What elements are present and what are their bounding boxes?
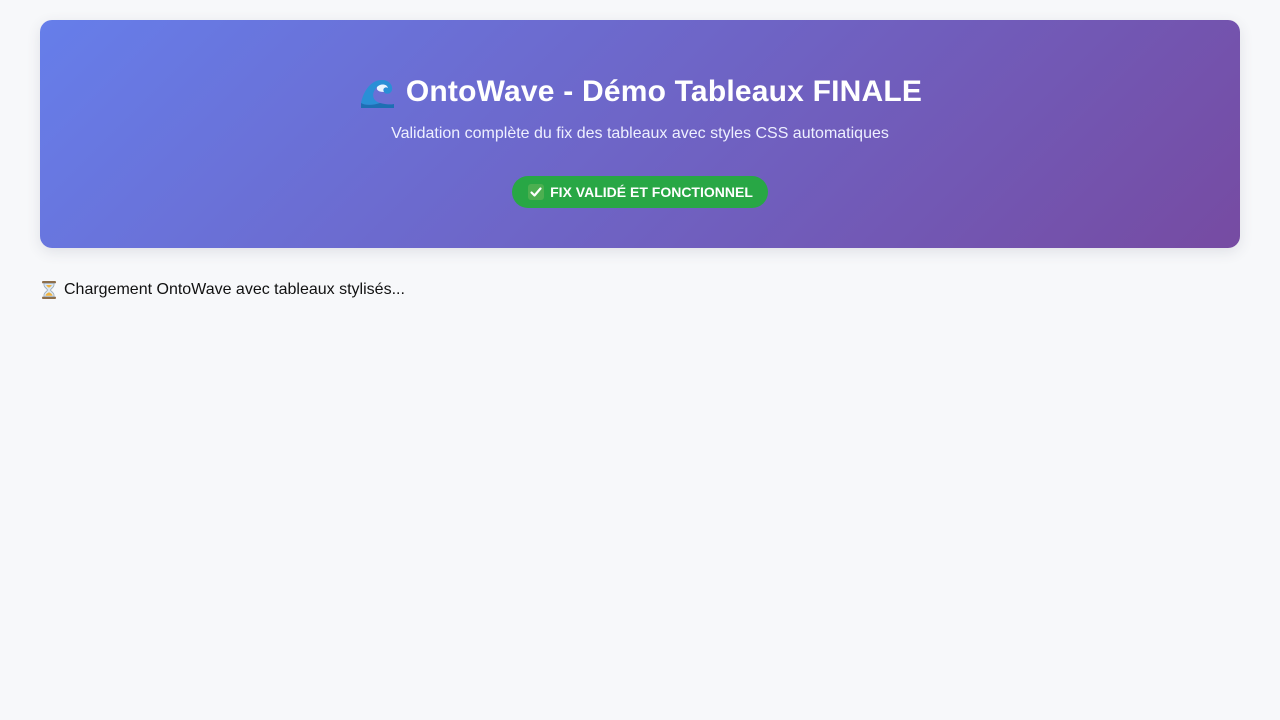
status-badge: FIX VALIDÉ ET FONCTIONNEL bbox=[512, 176, 768, 208]
loading-message: Chargement OntoWave avec tableaux stylis… bbox=[40, 280, 1240, 300]
page: OntoWave - Démo Tableaux FINALE Validati… bbox=[0, 0, 1280, 720]
status-badge-label: FIX VALIDÉ ET FONCTIONNEL bbox=[550, 184, 753, 200]
wave-icon bbox=[358, 73, 396, 111]
hero-header: OntoWave - Démo Tableaux FINALE Validati… bbox=[40, 20, 1240, 248]
page-title-text: OntoWave - Démo Tableaux FINALE bbox=[405, 75, 923, 108]
page-subtitle: Validation complète du fix des tableaux … bbox=[391, 125, 889, 142]
loading-text: Chargement OntoWave avec tableaux stylis… bbox=[64, 281, 405, 298]
hourglass-icon bbox=[40, 280, 58, 300]
check-icon bbox=[528, 184, 545, 200]
page-title: OntoWave - Démo Tableaux FINALE bbox=[40, 72, 1240, 112]
